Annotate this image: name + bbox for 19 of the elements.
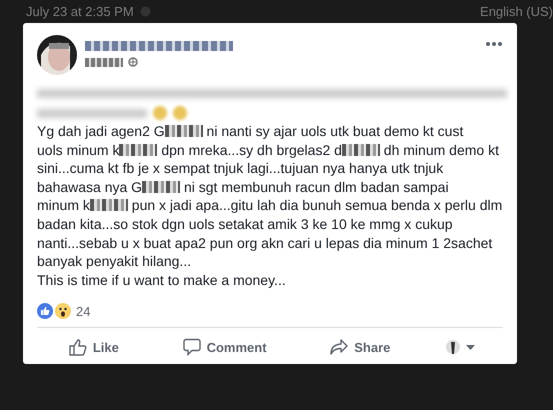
share-arrow-icon (330, 338, 348, 356)
post-text: Yg dah jadi agen2 G ni nanti sy ajar uols utk buat demo kt cust uols minum k dpn mreka...sy dh brgelas2 d dh minum demo kt sini...cuma kt fb je x sempat tnjuk lagi...tujuan nya hanya utk tnjuk bahawasa nya G ni sgt membunuh racun dlm badan sampai minum k pun x jadi apa...gitu lah dia bunuh semua benda x perlu dlm badan kita...so stok dgn uols setakat amik 3 ke 10 ke mmg x cukup nanti...sebab u x buat apa2 pun org akn cari u lepas dia minum 1 2sachet banyak penyakit hilang... This is time if u want to make a money... (37, 122, 503, 290)
like-button[interactable]: Like (60, 334, 127, 360)
caret-icon[interactable] (466, 344, 476, 350)
speech-bubble-icon (182, 338, 201, 356)
emoji-icon (153, 106, 167, 120)
avatar-icon[interactable] (446, 340, 460, 354)
blurred-name[interactable] (85, 41, 233, 51)
like-reaction-icon[interactable] (37, 303, 53, 320)
reaction-count[interactable]: 24 (76, 304, 90, 319)
post-timestamp: July 23 at 2:35 PM (26, 4, 134, 19)
emoji-icon (173, 106, 187, 120)
blurred-date (85, 58, 123, 66)
share-button[interactable]: Share (322, 334, 398, 360)
wow-reaction-icon[interactable] (55, 303, 71, 320)
language-link[interactable]: English (US) (480, 4, 553, 19)
comment-button[interactable]: Comment (174, 334, 275, 360)
more-options-icon[interactable] (485, 41, 503, 47)
thumbs-up-icon (68, 338, 87, 356)
